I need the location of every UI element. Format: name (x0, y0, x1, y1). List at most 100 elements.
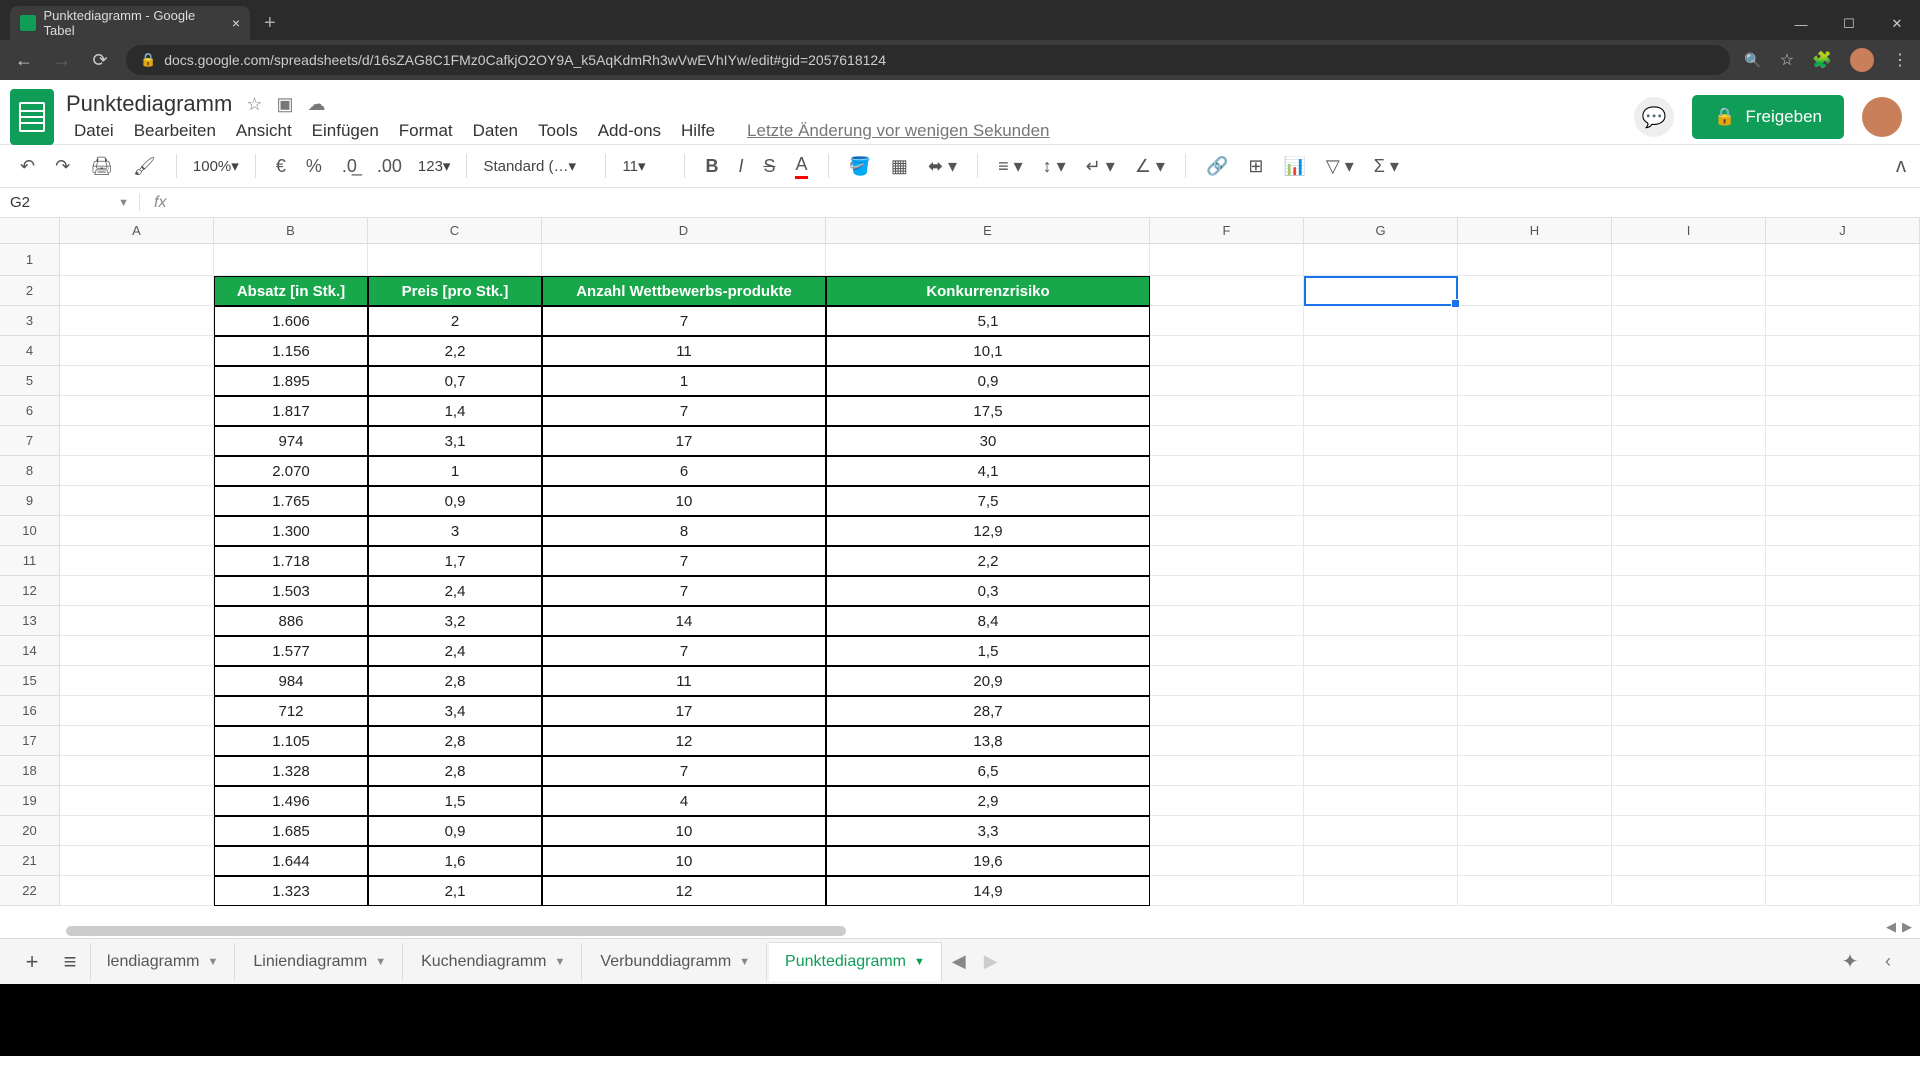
cell-C8[interactable]: 1 (368, 456, 542, 486)
cell-I4[interactable] (1612, 336, 1766, 366)
row-header-5[interactable]: 5 (0, 366, 60, 396)
cell-B15[interactable]: 984 (214, 666, 368, 696)
menu-addons[interactable]: Add-ons (590, 119, 669, 143)
cell-E21[interactable]: 19,6 (826, 846, 1150, 876)
column-header-G[interactable]: G (1304, 218, 1458, 243)
spreadsheet-grid[interactable]: ABCDEFGHIJ 12345678910111213141516171819… (0, 218, 1920, 938)
cell-A3[interactable] (60, 306, 214, 336)
cell-H14[interactable] (1458, 636, 1612, 666)
cell-B18[interactable]: 1.328 (214, 756, 368, 786)
cell-H9[interactable] (1458, 486, 1612, 516)
menu-daten[interactable]: Daten (465, 119, 526, 143)
column-header-J[interactable]: J (1766, 218, 1920, 243)
cell-F15[interactable] (1150, 666, 1304, 696)
cell-G9[interactable] (1304, 486, 1458, 516)
cell-I20[interactable] (1612, 816, 1766, 846)
cell-J14[interactable] (1766, 636, 1920, 666)
cell-B7[interactable]: 974 (214, 426, 368, 456)
cell-H10[interactable] (1458, 516, 1612, 546)
cell-G10[interactable] (1304, 516, 1458, 546)
cell-D4[interactable]: 11 (542, 336, 826, 366)
cell-H11[interactable] (1458, 546, 1612, 576)
undo-icon[interactable]: ↶ (14, 152, 41, 181)
cell-A15[interactable] (60, 666, 214, 696)
functions-icon[interactable]: Σ ▾ (1368, 152, 1405, 181)
column-header-C[interactable]: C (368, 218, 542, 243)
italic-button[interactable]: I (732, 152, 749, 181)
collapse-toolbar-icon[interactable]: ʌ (1896, 155, 1906, 178)
cell-C1[interactable] (368, 244, 542, 276)
cell-A6[interactable] (60, 396, 214, 426)
row-header-7[interactable]: 7 (0, 426, 60, 456)
cell-F5[interactable] (1150, 366, 1304, 396)
cell-E6[interactable]: 17,5 (826, 396, 1150, 426)
row-header-12[interactable]: 12 (0, 576, 60, 606)
cell-J2[interactable] (1766, 276, 1920, 306)
cell-C16[interactable]: 3,4 (368, 696, 542, 726)
row-header-1[interactable]: 1 (0, 244, 60, 276)
percent-button[interactable]: % (300, 152, 328, 181)
column-header-I[interactable]: I (1612, 218, 1766, 243)
cell-G1[interactable] (1304, 244, 1458, 276)
cell-J18[interactable] (1766, 756, 1920, 786)
cell-E8[interactable]: 4,1 (826, 456, 1150, 486)
cell-E17[interactable]: 13,8 (826, 726, 1150, 756)
cell-B6[interactable]: 1.817 (214, 396, 368, 426)
row-header-4[interactable]: 4 (0, 336, 60, 366)
cell-J16[interactable] (1766, 696, 1920, 726)
cell-I8[interactable] (1612, 456, 1766, 486)
more-formats-dropdown[interactable]: 123▾ (416, 155, 453, 177)
account-avatar[interactable] (1862, 97, 1902, 137)
row-header-9[interactable]: 9 (0, 486, 60, 516)
cells-area[interactable]: Absatz [in Stk.]Preis [pro Stk.]Anzahl W… (60, 244, 1920, 906)
cell-H5[interactable] (1458, 366, 1612, 396)
cell-D5[interactable]: 1 (542, 366, 826, 396)
move-icon[interactable]: ▣ (276, 94, 293, 115)
menu-ansicht[interactable]: Ansicht (228, 119, 300, 143)
cell-D22[interactable]: 12 (542, 876, 826, 906)
cell-C19[interactable]: 1,5 (368, 786, 542, 816)
cell-F11[interactable] (1150, 546, 1304, 576)
print-icon[interactable]: 🖨 (84, 152, 119, 181)
cell-G20[interactable] (1304, 816, 1458, 846)
cell-F9[interactable] (1150, 486, 1304, 516)
cell-A2[interactable] (60, 276, 214, 306)
cell-A11[interactable] (60, 546, 214, 576)
cell-B3[interactable]: 1.606 (214, 306, 368, 336)
cell-A7[interactable] (60, 426, 214, 456)
cell-J9[interactable] (1766, 486, 1920, 516)
strikethrough-button[interactable]: S (757, 152, 781, 181)
cell-C13[interactable]: 3,2 (368, 606, 542, 636)
cell-E19[interactable]: 2,9 (826, 786, 1150, 816)
cell-I21[interactable] (1612, 846, 1766, 876)
cell-J7[interactable] (1766, 426, 1920, 456)
row-header-21[interactable]: 21 (0, 846, 60, 876)
cell-E4[interactable]: 10,1 (826, 336, 1150, 366)
row-header-8[interactable]: 8 (0, 456, 60, 486)
close-tab-icon[interactable]: × (232, 15, 240, 31)
side-panel-toggle-icon[interactable]: ‹ (1870, 951, 1906, 972)
cell-H12[interactable] (1458, 576, 1612, 606)
text-wrap-icon[interactable]: ↵ ▾ (1080, 152, 1121, 181)
cell-F14[interactable] (1150, 636, 1304, 666)
cell-E13[interactable]: 8,4 (826, 606, 1150, 636)
cell-B19[interactable]: 1.496 (214, 786, 368, 816)
cell-E10[interactable]: 12,9 (826, 516, 1150, 546)
cell-J1[interactable] (1766, 244, 1920, 276)
cell-B4[interactable]: 1.156 (214, 336, 368, 366)
column-header-E[interactable]: E (826, 218, 1150, 243)
browser-tab[interactable]: Punktediagramm - Google Tabel × (10, 6, 250, 40)
cell-E16[interactable]: 28,7 (826, 696, 1150, 726)
cell-E3[interactable]: 5,1 (826, 306, 1150, 336)
bold-button[interactable]: B (699, 152, 724, 181)
cell-E15[interactable]: 20,9 (826, 666, 1150, 696)
cell-F2[interactable] (1150, 276, 1304, 306)
cell-B21[interactable]: 1.644 (214, 846, 368, 876)
cell-A10[interactable] (60, 516, 214, 546)
cell-G18[interactable] (1304, 756, 1458, 786)
cell-B12[interactable]: 1.503 (214, 576, 368, 606)
cell-J22[interactable] (1766, 876, 1920, 906)
cell-F19[interactable] (1150, 786, 1304, 816)
cell-J8[interactable] (1766, 456, 1920, 486)
cell-I11[interactable] (1612, 546, 1766, 576)
